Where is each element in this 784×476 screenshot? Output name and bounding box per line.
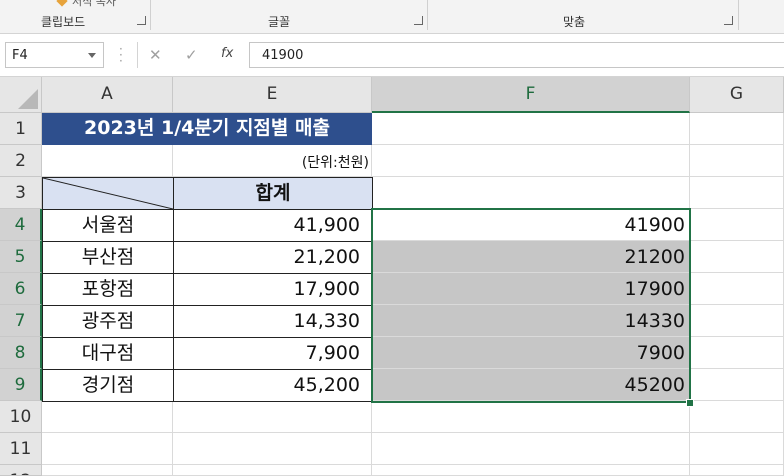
row-header-2[interactable]: 2 [0, 145, 42, 177]
row-header-11[interactable]: 11 [0, 433, 42, 465]
cell-g5[interactable] [690, 241, 784, 273]
column-header-f[interactable]: F [372, 77, 690, 113]
branch-cell[interactable]: 대구점 [42, 337, 174, 370]
active-cell-f4[interactable]: 41900 [372, 209, 690, 241]
cell-e11[interactable] [173, 433, 372, 465]
cell-a11[interactable] [42, 433, 173, 465]
select-all-triangle-icon [18, 89, 38, 109]
row-header-10[interactable]: 10 [0, 401, 42, 433]
chevron-down-icon[interactable] [88, 53, 96, 58]
ribbon-separator [738, 0, 739, 30]
name-box[interactable]: F4 [5, 42, 104, 68]
selected-cell[interactable]: 45200 [372, 369, 690, 401]
cell-g11[interactable] [690, 433, 784, 465]
insert-function-icon[interactable]: fx [221, 46, 233, 61]
cell-g6[interactable] [690, 273, 784, 305]
column-header-g[interactable]: G [690, 77, 784, 113]
cell-g9[interactable] [690, 369, 784, 401]
alignment-dialog-launcher-icon[interactable] [724, 16, 733, 25]
clipboard-dialog-launcher-icon[interactable] [137, 16, 146, 25]
row-header-6[interactable]: 6 [0, 273, 42, 305]
total-cell[interactable]: 21,200 [173, 241, 373, 274]
font-group-label: 글꼴 [268, 15, 291, 29]
fill-handle[interactable] [686, 399, 694, 407]
selected-cell[interactable]: 14330 [372, 305, 690, 337]
branch-cell[interactable]: 부산점 [42, 241, 174, 274]
formula-divider [137, 42, 138, 68]
format-painter-icon [56, 0, 68, 7]
total-cell[interactable]: 17,900 [173, 273, 373, 306]
column-header-a[interactable]: A [42, 77, 173, 113]
spreadsheet-grid[interactable]: A E F G 1 2 3 4 5 6 7 8 9 10 11 12 2023년… [0, 77, 784, 476]
formula-bar: F4 · · · ✕ ✓ fx 41900 [0, 34, 784, 77]
cell-f2[interactable] [372, 145, 690, 177]
row-header-4[interactable]: 4 [0, 209, 42, 241]
unit-label-cell[interactable]: (단위:천원) [173, 145, 372, 177]
cell-g7[interactable] [690, 305, 784, 337]
cell-e10[interactable] [173, 401, 372, 433]
cancel-icon[interactable]: ✕ [149, 46, 162, 64]
total-cell[interactable]: 7,900 [173, 337, 373, 370]
branch-cell[interactable]: 경기점 [42, 369, 174, 402]
cell-g12[interactable] [690, 465, 784, 476]
cell-f10[interactable] [372, 401, 690, 433]
branch-cell[interactable]: 광주점 [42, 305, 174, 338]
ribbon-separator [150, 0, 151, 30]
selected-cell[interactable]: 17900 [372, 273, 690, 305]
row-header-3[interactable]: 3 [0, 177, 42, 209]
row-header-8[interactable]: 8 [0, 337, 42, 369]
cell-a12[interactable] [42, 465, 173, 476]
total-cell[interactable]: 45,200 [173, 369, 373, 402]
ribbon-separator [427, 0, 428, 30]
format-painter-partial[interactable]: 서식 복사 [56, 0, 116, 9]
select-all-button[interactable] [0, 77, 42, 113]
cell-g2[interactable] [690, 145, 784, 177]
cell-f3[interactable] [372, 177, 690, 209]
more-options-icon[interactable]: · · · [119, 43, 123, 67]
sheet-title-cell[interactable]: 2023년 1/4분기 지점별 매출 [42, 113, 372, 145]
row-header-1[interactable]: 1 [0, 113, 42, 145]
cell-g3[interactable] [690, 177, 784, 209]
cell-g4[interactable] [690, 209, 784, 241]
selected-cell[interactable]: 7900 [372, 337, 690, 369]
ribbon-group-labels: 서식 복사 클립보드 글꼴 맞춤 [0, 0, 784, 34]
diagonal-line [43, 178, 173, 209]
branch-cell[interactable]: 서울점 [42, 209, 174, 242]
row-header-5[interactable]: 5 [0, 241, 42, 273]
enter-check-icon[interactable]: ✓ [185, 46, 198, 64]
alignment-group-label: 맞춤 [563, 15, 586, 29]
column-header-e[interactable]: E [173, 77, 372, 113]
cell-f12[interactable] [372, 465, 690, 476]
clipboard-group-label: 클립보드 [41, 15, 86, 29]
total-cell[interactable]: 41,900 [173, 209, 373, 242]
cell-f11[interactable] [372, 433, 690, 465]
row-header-9[interactable]: 9 [0, 369, 42, 401]
row-header-7[interactable]: 7 [0, 305, 42, 337]
total-header-cell[interactable]: 합계 [173, 177, 373, 210]
font-dialog-launcher-icon[interactable] [414, 16, 423, 25]
cell-f1[interactable] [372, 113, 690, 145]
selected-cell[interactable]: 21200 [372, 241, 690, 273]
cell-e12[interactable] [173, 465, 372, 476]
formula-input[interactable]: 41900 [249, 42, 784, 68]
cell-g10[interactable] [690, 401, 784, 433]
cell-a2[interactable] [42, 145, 173, 177]
total-cell[interactable]: 14,330 [173, 305, 373, 338]
cell-g8[interactable] [690, 337, 784, 369]
branch-cell[interactable]: 포항점 [42, 273, 174, 306]
cell-a10[interactable] [42, 401, 173, 433]
row-header-12[interactable]: 12 [0, 465, 42, 476]
diagonal-header-cell[interactable] [42, 177, 174, 210]
cell-g1[interactable] [690, 113, 784, 145]
